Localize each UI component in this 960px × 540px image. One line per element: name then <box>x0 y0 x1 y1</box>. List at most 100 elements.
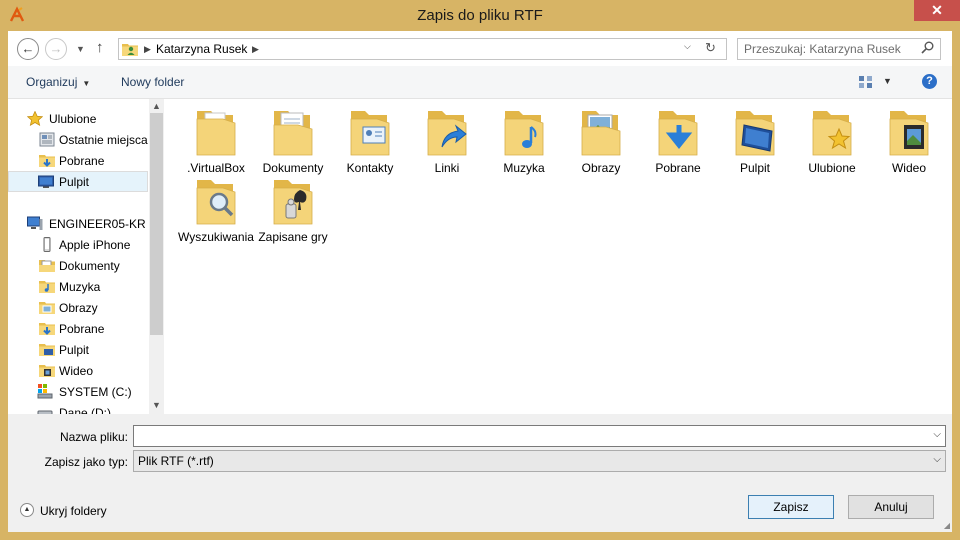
file-item[interactable]: Wideo <box>871 105 947 176</box>
nav-fav-downloads[interactable]: Pobrane <box>8 150 148 171</box>
downloads-folder-icon <box>39 321 55 336</box>
nav-label: ENGINEER05-KR <box>49 217 146 231</box>
downloads-folder-icon <box>39 153 55 168</box>
search-box[interactable] <box>737 38 941 60</box>
contacts-folder-icon <box>350 111 390 156</box>
filename-label-text: Nazwa pliku: <box>59 430 128 444</box>
nav-drive-d[interactable]: Dane (D:) <box>8 402 148 414</box>
forward-button[interactable]: → <box>45 38 67 60</box>
folder-icon <box>196 111 236 156</box>
breadcrumb-separator-icon[interactable]: ▶ <box>252 41 259 57</box>
nav-documents[interactable]: Dokumenty <box>8 255 148 276</box>
help-button[interactable]: ? <box>922 74 937 89</box>
nav-label: Apple iPhone <box>59 238 131 252</box>
nav-label: Muzyka <box>59 280 101 294</box>
nav-desktop[interactable]: Pulpit <box>8 339 148 360</box>
nav-pictures[interactable]: Obrazy <box>8 297 148 318</box>
file-item[interactable]: Zapisane gry <box>255 174 331 245</box>
refresh-icon[interactable]: ↻ <box>705 40 716 56</box>
nav-music[interactable]: Muzyka <box>8 276 148 297</box>
window-title: Zapis do pliku RTF <box>417 7 543 24</box>
organize-label: Organizuj <box>26 75 78 89</box>
file-label: Wyszukiwania <box>178 230 254 244</box>
save-button[interactable]: Zapisz <box>748 495 834 519</box>
nav-fav-desktop[interactable]: Pulpit <box>8 171 148 192</box>
scroll-down-icon[interactable]: ▼ <box>152 400 161 410</box>
save-form: Nazwa pliku: ⌵ Zapisz jako typ: Plik RTF… <box>8 414 952 532</box>
nav-label: Wideo <box>59 364 94 378</box>
search-icon[interactable] <box>921 41 934 57</box>
breadcrumb-item[interactable]: Katarzyna Rusek <box>156 42 247 56</box>
file-item[interactable]: Pulpit <box>717 105 793 176</box>
search-input[interactable] <box>744 41 914 57</box>
cancel-button[interactable]: Anuluj <box>848 495 934 519</box>
file-item[interactable]: Obrazy <box>563 105 639 176</box>
file-item[interactable]: .VirtualBox <box>178 105 254 176</box>
close-button[interactable]: ✕ <box>914 0 960 21</box>
recent-locations-chevron-icon[interactable]: ▼ <box>76 39 88 59</box>
address-dropdown-icon[interactable]: ⌵ <box>684 41 691 52</box>
save-dialog: Zapis do pliku RTF ✕ ← → ▼ ↑ ▶ Katarzyna… <box>0 0 960 540</box>
pictures-folder-icon <box>581 111 621 156</box>
drive-icon <box>37 405 53 414</box>
nav-label: Pulpit <box>59 343 90 357</box>
dialog-body: ← → ▼ ↑ ▶ Katarzyna Rusek ▶ ⌵ ↻ Przeszuk… <box>8 31 952 532</box>
nav-videos[interactable]: Wideo <box>8 360 148 381</box>
music-folder-icon <box>39 279 55 294</box>
searches-folder-icon <box>196 180 236 225</box>
favorites-folder-icon <box>812 111 852 156</box>
desktop-icon <box>38 174 54 189</box>
documents-folder-icon <box>273 111 313 156</box>
file-item[interactable]: Pobrane <box>640 105 716 176</box>
nav-downloads[interactable]: Pobrane <box>8 318 148 339</box>
nav-iphone[interactable]: Apple iPhone <box>8 234 148 255</box>
file-label: Wideo <box>891 161 926 175</box>
chevron-down-icon[interactable]: ⌵ <box>933 454 941 465</box>
address-row: ← → ▼ ↑ ▶ Katarzyna Rusek ▶ ⌵ ↻ <box>8 31 952 66</box>
file-label: Obrazy <box>581 161 621 175</box>
filename-label: Nazwa pliku: <box>52 430 128 444</box>
file-item[interactable]: Linki <box>409 105 485 176</box>
scroll-up-icon[interactable]: ▲ <box>152 101 161 111</box>
title-bar[interactable]: Zapis do pliku RTF ✕ <box>0 0 960 31</box>
new-folder-button[interactable]: Nowy folder <box>121 75 184 89</box>
view-options-chevron-icon[interactable]: ▼ <box>883 76 892 86</box>
file-type-value: Plik RTF (*.rtf) <box>138 454 214 468</box>
filename-combobox[interactable]: ⌵ <box>133 425 946 447</box>
organize-menu[interactable]: Organizuj ▼ <box>26 75 90 89</box>
navigation-pane: Ulubione Ostatnie miejsca Pobrane Pulpit <box>8 99 164 414</box>
change-view-icon[interactable] <box>858 74 874 90</box>
up-folder-button[interactable]: ↑ <box>96 38 112 58</box>
chevron-up-icon: ▲ <box>20 503 34 517</box>
nav-favorites[interactable]: Ulubione <box>8 108 148 129</box>
breadcrumb-separator-icon[interactable]: ▶ <box>144 41 151 57</box>
filename-input[interactable] <box>137 428 927 444</box>
file-label: Muzyka <box>503 161 545 175</box>
chevron-down-icon[interactable]: ⌵ <box>933 429 941 440</box>
nav-label: SYSTEM (C:) <box>59 385 132 399</box>
file-type-select[interactable]: Plik RTF (*.rtf) ⌵ <box>133 450 946 472</box>
nav-recent-places[interactable]: Ostatnie miejsca <box>8 129 148 150</box>
scroll-thumb[interactable] <box>150 113 163 335</box>
recent-places-icon <box>39 132 55 147</box>
user-folder-icon <box>122 42 138 56</box>
file-list: .VirtualBox Dokumenty Kontakty Linki Muz… <box>166 99 952 414</box>
nav-computer[interactable]: ENGINEER05-KR <box>8 213 148 234</box>
file-item[interactable]: Muzyka <box>486 105 562 176</box>
file-item[interactable]: Ulubione <box>794 105 870 176</box>
file-item[interactable]: Kontakty <box>332 105 408 176</box>
back-button[interactable]: ← <box>17 38 39 60</box>
file-label: Pobrane <box>655 161 701 175</box>
nav-scrollbar[interactable]: ▲ ▼ <box>149 99 164 414</box>
file-item[interactable]: Wyszukiwania <box>178 174 254 245</box>
pictures-folder-icon <box>39 300 55 315</box>
resize-grip-icon[interactable]: ◢ <box>944 521 950 530</box>
file-label: Pulpit <box>739 161 771 175</box>
file-item[interactable]: Dokumenty <box>255 105 331 176</box>
nav-drive-c[interactable]: SYSTEM (C:) <box>8 381 148 402</box>
music-folder-icon <box>504 111 544 156</box>
star-icon <box>26 110 44 127</box>
file-label: Ulubione <box>808 161 856 175</box>
address-bar[interactable]: ▶ Katarzyna Rusek ▶ ⌵ ↻ <box>118 38 727 60</box>
file-label: Kontakty <box>346 161 394 175</box>
